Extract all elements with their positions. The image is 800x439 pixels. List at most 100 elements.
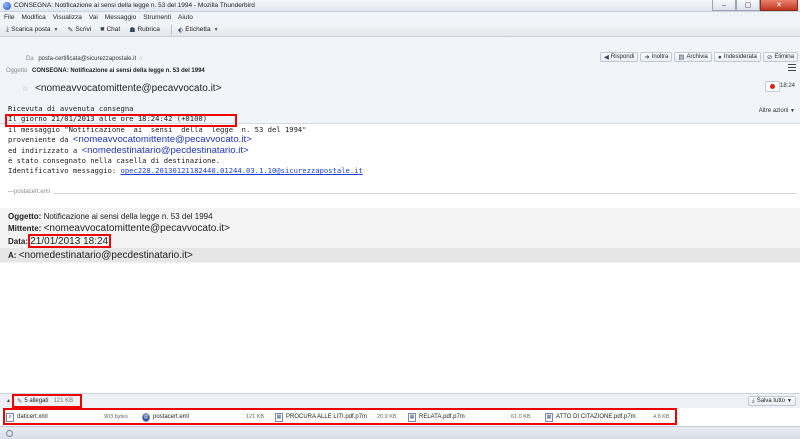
window-controls: – ▢ ✕ [712, 0, 798, 12]
archive-label: Archivia [686, 54, 708, 60]
attachment-name: daticert.xml [17, 414, 48, 420]
header-actions: ◀ Rispondi ➜ Inoltra ▤ Archivia ● Indesi… [598, 52, 798, 62]
attachment-size: 903 bytes [104, 414, 128, 420]
attachment-name: postacert.eml [153, 414, 190, 420]
fwd-to-label: A: [8, 251, 17, 260]
fwd-date-row: Data: 21/01/2013 18:24 [8, 236, 108, 247]
menu-messaggio[interactable]: Messaggio [105, 14, 136, 21]
to-address[interactable]: <nomeavvocatomittente@pecavvocato.it> [35, 83, 221, 94]
menu-strumenti[interactable]: Strumenti [143, 14, 171, 21]
save-icon: ⤓ [752, 397, 755, 404]
more-actions-label: Altre azioni [758, 108, 789, 114]
fwd-sender-label: Mittente: [8, 224, 42, 233]
tag-icon: ⬖ [177, 26, 184, 34]
save-all-label: Salva tutto [756, 398, 786, 404]
fwd-to-value: <nomedestinatario@pecdestinatario.it> [18, 250, 193, 261]
menu-file[interactable]: File [4, 14, 14, 21]
attachment-item[interactable]: @ postacert.eml 121 KB [142, 411, 264, 423]
delete-icon: ⊘ [766, 54, 773, 61]
thunderbird-icon [3, 1, 11, 10]
attachment-bar: ▲ ✎ 5 allegati 121 KB ⤓ Salva tutto ▼ [0, 393, 800, 408]
tag-button[interactable]: ⬖ Etichetta ▼ [176, 25, 221, 35]
attachment-name: PROCURA ALLE LITI.pdf.p7m [286, 414, 368, 420]
forward-label: Inoltra [651, 54, 669, 60]
recipient-address[interactable]: <nomedestinatario@pecdestinatario.it> [82, 145, 249, 156]
window-title: CONSEGNA: Notificazione ai sensi della l… [14, 2, 255, 9]
fwd-sender-value: <nomeavvocatomittente@pecavvocato.it> [43, 223, 230, 234]
menu-aiuto[interactable]: Aiuto [178, 14, 193, 21]
delete-button[interactable]: ⊘ Elimina [762, 52, 798, 62]
paperclip-icon: ✎ [16, 398, 23, 405]
toggle-attachments-icon[interactable]: ▲ [6, 398, 11, 404]
chevron-down-icon: ▼ [790, 108, 795, 114]
tag-label: Etichetta [185, 26, 211, 33]
menu-bar: File Modifica Visualizza Vai Messaggio S… [0, 12, 800, 23]
body-line-date: Il giorno 21/01/2013 alle ore 18:24:42 (… [8, 114, 208, 124]
forwarded-headers: Oggetto: Notificazione ai sensi della le… [0, 208, 800, 263]
minimize-button[interactable]: – [712, 0, 736, 11]
contacts-icon: ☗ [129, 26, 136, 34]
attachment-item[interactable]: x daticert.xml 903 bytes [6, 411, 128, 423]
attachment-item[interactable]: ▦ ATTO DI CITAZIONE.pdf.p7m 4.8 KB [545, 411, 670, 423]
body-line-to: ed indirizzato a <nomedestinatario@pecde… [8, 145, 363, 156]
chat-label: Chat [106, 26, 121, 33]
status-bar [0, 426, 800, 439]
junk-label: Indesiderata [723, 54, 757, 60]
red-dot-icon [770, 84, 775, 89]
chevron-down-icon[interactable]: ▼ [54, 27, 59, 33]
attachment-item[interactable]: ▦ RELATA.pdf.p7m 61.0 KB [408, 411, 531, 423]
attachment-size: 121 KB [246, 414, 265, 420]
attachment-separator [8, 193, 797, 194]
download-icon: ⤓ [6, 25, 10, 33]
title-bar: CONSEGNA: Notificazione ai sensi della l… [0, 0, 800, 12]
address-book-label: Rubrica [137, 26, 160, 33]
fwd-sender-row: Mittente: <nomeavvocatomittente@pecavvoc… [8, 223, 230, 234]
junk-button[interactable]: ● Indesiderata [713, 52, 761, 62]
reply-button[interactable]: ◀ Rispondi [599, 52, 639, 62]
address-book-button[interactable]: ☗ Rubrica [127, 25, 162, 35]
reply-icon: ◀ [603, 54, 609, 61]
from-address[interactable]: posta-certificata@sicurezzapostale.it [38, 56, 136, 62]
subject-row: Oggetto CONSEGNA: Notificazione ai sensi… [6, 68, 205, 74]
download-mail-label: Scarica posta [11, 26, 51, 33]
sender-address[interactable]: <nomeavvocatomittente@pecavvocato.it> [73, 134, 252, 145]
menu-visualizza[interactable]: Visualizza [53, 14, 82, 21]
star-icon[interactable]: ☆ [22, 86, 28, 93]
menu-modifica[interactable]: Modifica [21, 14, 45, 21]
signed-file-icon: ▦ [545, 412, 553, 422]
connection-icon [6, 430, 13, 437]
to-recipient: ☆ <nomeavvocatomittente@pecavvocato.it> [22, 83, 221, 94]
flag-button[interactable] [765, 81, 780, 92]
save-all-button[interactable]: ⤓ Salva tutto ▼ [748, 396, 796, 406]
archive-button[interactable]: ▤ Archivia [674, 52, 712, 62]
more-actions-button[interactable]: Altre azioni ▼ [759, 108, 795, 114]
write-button[interactable]: ✎ Scrivi [65, 25, 93, 35]
chevron-down-icon: ▼ [787, 398, 792, 404]
toolbar-divider [170, 24, 172, 35]
forward-icon: ➜ [644, 54, 650, 61]
archive-icon: ▤ [678, 54, 685, 61]
fwd-subject-value: Notificazione ai sensi della legge n. 53… [43, 212, 213, 221]
message-id-link[interactable]: opec228.20130121182440.01244.03.1.10@sic… [121, 166, 363, 175]
menu-vai[interactable]: Vai [89, 14, 98, 21]
close-button[interactable]: ✕ [760, 0, 798, 11]
message-time: 18:24 [779, 83, 795, 89]
chat-icon: ■ [100, 26, 105, 33]
fwd-date-label: Data: [8, 237, 29, 246]
attachment-item[interactable]: ▦ PROCURA ALLE LITI.pdf.p7m 20.9 KB [275, 411, 397, 423]
separator-filename: postacert.eml [14, 189, 51, 195]
attachment-name: RELATA.pdf.p7m [419, 414, 465, 420]
body-line-receipt: Ricevuta di avvenuta consegna [8, 104, 134, 113]
flame-icon: ● [717, 53, 722, 61]
app-menu-icon[interactable] [788, 64, 796, 71]
fwd-date-value: 21/01/2013 18:24 [30, 236, 109, 247]
maximize-button[interactable]: ▢ [736, 0, 760, 11]
forward-button[interactable]: ➜ Inoltra [640, 52, 673, 62]
message-body: Ricevuta di avvenuta consegna Il giorno … [8, 104, 363, 177]
download-mail-button[interactable]: ⤓ Scarica posta ▼ [4, 25, 60, 35]
from-row: Da posta-certificata@sicurezzapostale.it… [26, 55, 143, 62]
fwd-to-row: A: <nomedestinatario@pecdestinatario.it> [0, 248, 800, 262]
chat-button[interactable]: ■ Chat [98, 25, 122, 34]
star-icon[interactable]: ☆ [138, 56, 143, 62]
attachment-count[interactable]: 5 allegati [24, 398, 48, 404]
